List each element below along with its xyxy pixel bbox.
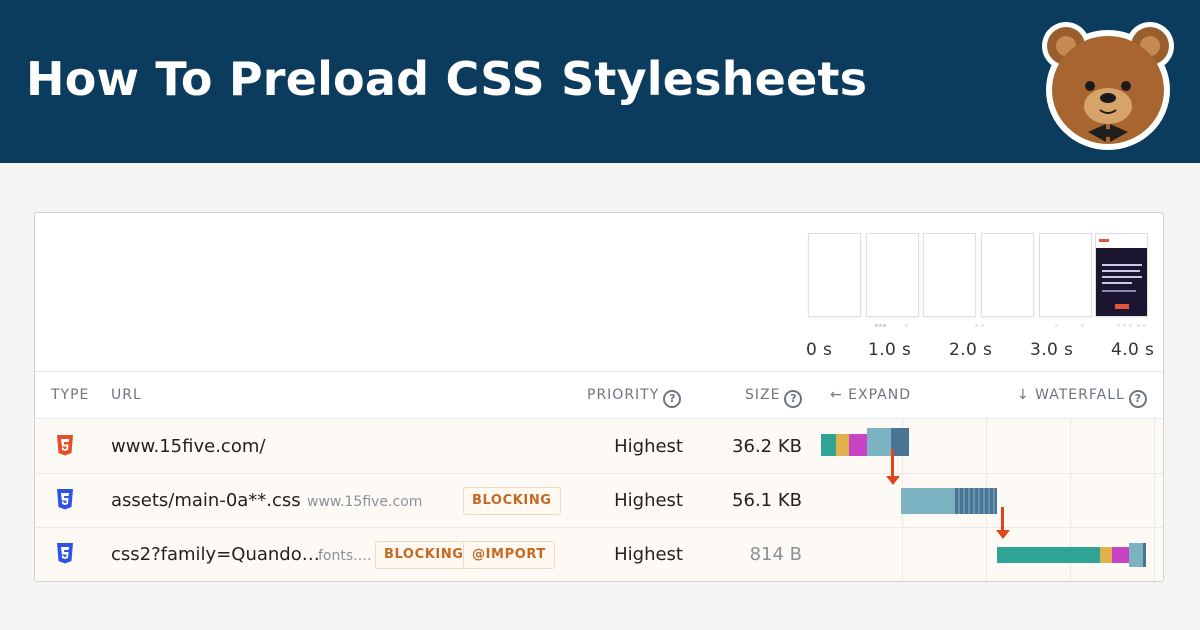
waterfall-chart: [815, 419, 1163, 581]
waterfall-ssl-segment: [1112, 547, 1129, 563]
expand-button[interactable]: ← EXPAND: [830, 387, 911, 403]
blocking-badge: BLOCKING: [463, 487, 561, 515]
request-waterfall-panel: 0 s 1.0 s 2.0 s 3.0 s 4.0 s TYPE URL PRI…: [34, 212, 1164, 582]
filmstrip-frame[interactable]: [808, 233, 861, 317]
timeline-tick: 3.0 s: [1030, 340, 1074, 360]
page-title: How To Preload CSS Stylesheets: [26, 52, 868, 106]
table-header: TYPE URL PRIORITY? SIZE? ← EXPAND ↓ WATE…: [35, 371, 1163, 419]
timeline-tick: 2.0 s: [949, 340, 993, 360]
request-url[interactable]: assets/main-0a**.css: [111, 490, 301, 511]
css3-icon: [57, 489, 73, 510]
dependency-arrow: [1001, 507, 1004, 531]
request-size: 814 B: [749, 544, 802, 565]
waterfall-connect-segment: [836, 434, 849, 456]
help-icon[interactable]: ?: [663, 390, 682, 408]
filmstrip-progress: [975, 324, 995, 327]
filmstrip-frame[interactable]: [1039, 233, 1092, 317]
request-url[interactable]: www.15five.com/: [111, 436, 265, 457]
waterfall-connect-segment: [1100, 547, 1112, 563]
html5-icon: [57, 435, 73, 456]
request-size: 56.1 KB: [732, 490, 802, 511]
waterfall-gridline: [1154, 419, 1155, 581]
column-header-size[interactable]: SIZE?: [745, 387, 803, 408]
priority-label: PRIORITY: [587, 387, 660, 403]
filmstrip-progress: [1055, 324, 1085, 327]
filmstrip-frame[interactable]: [981, 233, 1034, 317]
waterfall-download-segment: [955, 488, 997, 514]
timeline-tick: 0 s: [806, 340, 833, 360]
dependency-arrow: [891, 449, 894, 477]
filmstrip-frame[interactable]: [866, 233, 919, 317]
timeline-tick: 1.0 s: [868, 340, 912, 360]
request-size: 36.2 KB: [732, 436, 802, 457]
waterfall-request-segment: [867, 428, 891, 456]
waterfall-label: ↓ WATERFALL: [1017, 387, 1125, 403]
help-icon[interactable]: ?: [784, 390, 803, 408]
dependency-arrow-head: [886, 476, 900, 485]
filmstrip-frame[interactable]: [923, 233, 976, 317]
waterfall-request-segment: [901, 488, 955, 514]
column-header-url: URL: [111, 387, 142, 403]
bear-mascot-icon: [1042, 22, 1174, 150]
waterfall-sort[interactable]: ↓ WATERFALL?: [1017, 387, 1147, 408]
request-url[interactable]: css2?family=Quando…: [111, 544, 320, 565]
waterfall-request-segment: [1129, 543, 1143, 567]
help-icon[interactable]: ?: [1128, 390, 1147, 408]
column-header-priority[interactable]: PRIORITY?: [587, 387, 682, 408]
column-header-type: TYPE: [51, 387, 90, 403]
request-priority: Highest: [614, 544, 683, 565]
css3-icon: [57, 543, 73, 564]
request-priority: Highest: [614, 436, 683, 457]
waterfall-ssl-segment: [849, 434, 867, 456]
request-priority: Highest: [614, 490, 683, 511]
filmstrip-progress: [875, 324, 915, 327]
request-host: www.15five.com: [307, 494, 423, 510]
timeline-tick: 4.0 s: [1111, 340, 1155, 360]
size-label: SIZE: [745, 387, 781, 403]
waterfall-dns-segment: [997, 547, 1100, 563]
request-host: fonts.…: [318, 548, 372, 564]
header-banner: How To Preload CSS Stylesheets: [0, 0, 1200, 163]
filmstrip-progress: [1117, 324, 1147, 327]
import-badge: @IMPORT: [463, 541, 555, 569]
waterfall-download-segment: [1143, 543, 1146, 567]
waterfall-dns-segment: [821, 434, 836, 456]
filmstrip-frame-screenshot[interactable]: [1095, 233, 1148, 317]
dependency-arrow-head: [996, 530, 1010, 539]
blocking-badge: BLOCKING: [375, 541, 473, 569]
